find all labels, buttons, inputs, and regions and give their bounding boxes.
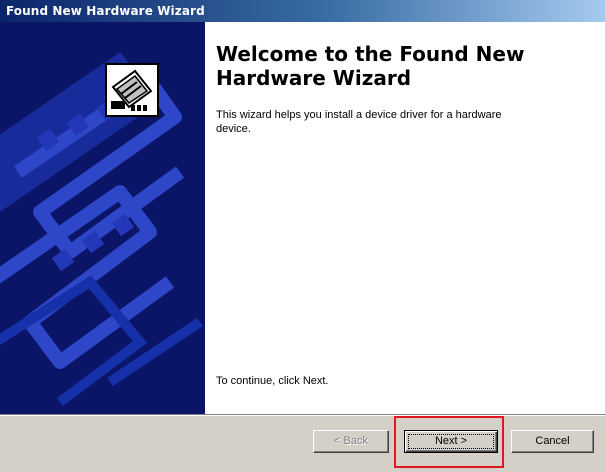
cancel-button[interactable]: Cancel (511, 430, 594, 453)
wizard-content: Welcome to the Found New Hardware Wizard… (205, 22, 605, 414)
hardware-card-icon (105, 63, 159, 117)
banner-artwork (0, 52, 203, 406)
wizard-heading: Welcome to the Found New Hardware Wizard (216, 42, 525, 90)
wizard-side-banner (0, 22, 205, 414)
wizard-description: This wizard helps you install a device d… (216, 109, 502, 135)
window-title: Found New Hardware Wizard (6, 4, 205, 18)
wizard-button-bar: < Back Next > Cancel (0, 414, 605, 472)
focus-rectangle (408, 434, 494, 449)
back-button[interactable]: < Back (313, 430, 389, 453)
next-button[interactable]: Next > (404, 430, 498, 453)
title-bar[interactable]: Found New Hardware Wizard (0, 0, 605, 22)
continue-instruction: To continue, click Next. (216, 375, 329, 387)
